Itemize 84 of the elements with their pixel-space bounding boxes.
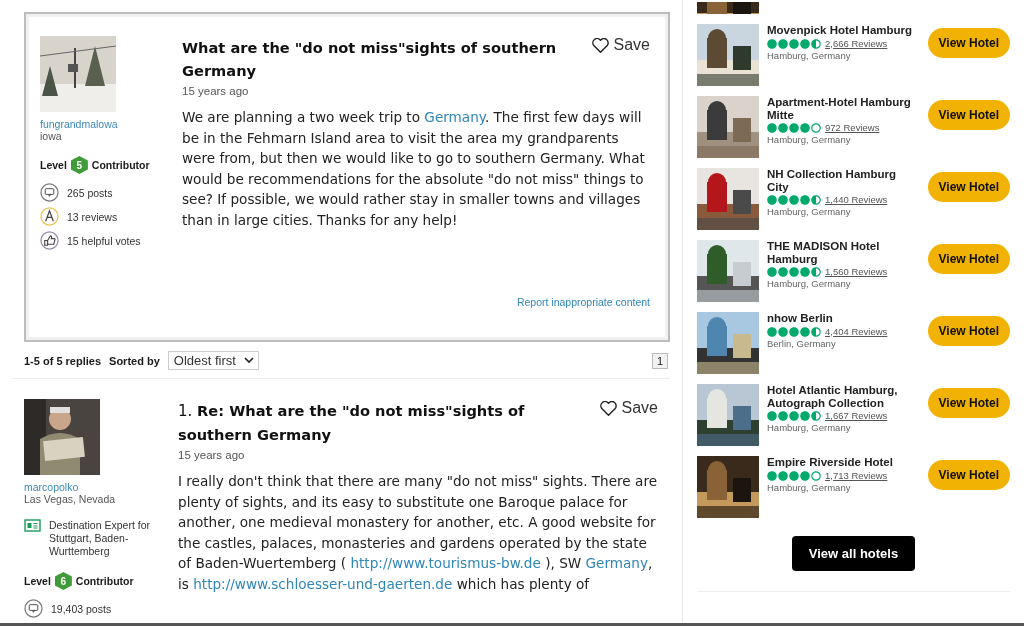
- user-stat: 19,403 posts: [51, 602, 112, 615]
- hotel-name[interactable]: nhow Berlin: [767, 312, 920, 325]
- view-hotel-button[interactable]: View Hotel: [927, 172, 1010, 202]
- chevron-down-icon: [243, 357, 254, 364]
- view-all-hotels-button[interactable]: View all hotels: [791, 536, 916, 571]
- level-label: Level: [24, 575, 51, 587]
- link[interactable]: Germany: [585, 555, 648, 572]
- user-stat: 265 posts: [67, 186, 113, 199]
- hotel-name[interactable]: Empire Riverside Hotel: [767, 456, 920, 469]
- post-time: 15 years ago: [182, 85, 250, 97]
- question-title: What are the "do not miss"sights of southern Germany: [182, 38, 558, 81]
- hotel-name[interactable]: Hotel Atlantic Hamburg, Autograph Collection: [767, 384, 920, 409]
- contributor-label: Contributor: [91, 159, 150, 171]
- link[interactable]: Germany: [424, 109, 485, 125]
- view-hotel-button[interactable]: View Hotel: [927, 244, 1010, 274]
- reviews-link[interactable]: 2,666 Reviews: [825, 37, 888, 49]
- level-label: Level: [40, 159, 67, 171]
- reviews-link[interactable]: 972 Reviews: [825, 122, 880, 133]
- level-badge: 6: [54, 572, 72, 590]
- view-hotel-button[interactable]: View Hotel: [927, 28, 1010, 58]
- rating-bubble-icon: [811, 470, 821, 481]
- hotel-name[interactable]: Movenpick Hotel Hamburg: [767, 24, 920, 37]
- rating-bubble-icon: [778, 326, 788, 337]
- rating-bubble-icon: [789, 326, 799, 337]
- reviews-link[interactable]: 1,713 Reviews: [825, 469, 888, 481]
- link[interactable]: http://www.schloesser-und-gaerten.de: [193, 575, 453, 592]
- rating-bubble-icon: [789, 38, 799, 49]
- rating-bubble-icon: [778, 470, 788, 481]
- thumbs-up-icon: [40, 231, 59, 250]
- hotel-location: Berlin, Germany: [767, 337, 837, 349]
- level-badge: 5: [70, 156, 88, 174]
- rating-bubble-icon: [778, 38, 788, 49]
- username[interactable]: fungrandmalowa: [40, 118, 166, 130]
- page-number[interactable]: 1: [651, 352, 668, 369]
- rating-bubble-icon: [811, 38, 821, 49]
- reply-count: 1-5 of 5 replies: [24, 354, 102, 367]
- user-location: iowa: [40, 130, 63, 142]
- save-button[interactable]: Save: [599, 399, 658, 417]
- hotel-location: Hamburg, Germany: [767, 134, 852, 145]
- view-hotel-button[interactable]: View Hotel: [927, 316, 1010, 346]
- speech-bubble-icon: [40, 183, 59, 202]
- hotel-name[interactable]: Apartment-Hotel Hamburg Mitte: [767, 96, 920, 121]
- hotel-location: Hamburg, Germany: [767, 278, 852, 289]
- rating-bubble-icon: [811, 195, 821, 205]
- sort-dropdown[interactable]: Oldest first: [167, 351, 259, 370]
- user-stat: 15 helpful votes: [67, 234, 141, 247]
- rating-bubble-icon: [767, 326, 777, 337]
- hotel-location: Hamburg, Germany: [767, 49, 852, 61]
- sort-label: Sorted by: [109, 354, 160, 367]
- reviews-link[interactable]: 4,404 Reviews: [825, 325, 888, 337]
- expert-badge-text: Destination Expert for Stuttgart, Baden-Wurttemberg: [49, 519, 150, 558]
- contributor-label: Contributor: [75, 575, 134, 587]
- view-hotel-button[interactable]: View Hotel: [927, 460, 1010, 490]
- reply-title: 1. Re: What are the "do not miss"sights of southern Germany: [178, 401, 526, 445]
- heart-icon: [599, 400, 617, 416]
- hotel-name[interactable]: THE MADISON Hotel Hamburg: [767, 240, 920, 265]
- post-text: I really don't think that there are many "do not miss" sights. There are plenty of sights, and its easy to substitute one Baroque palace for another, one medieval monastery for another, etc. A good website for the castles, palaces, monasteries and gardens operated by the state of Baden-Wuertemberg ( http://www.tourismus-bw.de ), SW Germany, is http://www.schloesser-und-gaerten.de which has plenty of: [178, 472, 658, 594]
- speech-bubble-icon: [24, 599, 43, 618]
- hotel-location: Hamburg, Germany: [767, 481, 852, 493]
- reviews-link[interactable]: 1,440 Reviews: [825, 194, 888, 205]
- user-stat: 13 reviews: [67, 210, 118, 223]
- rating-bubble-icon: [811, 326, 821, 337]
- rating-bubble-icon: [811, 267, 821, 277]
- reviews-link[interactable]: 1,667 Reviews: [825, 410, 888, 421]
- rating-bubble-icon: [767, 470, 777, 481]
- post-time: 15 years ago: [178, 449, 246, 461]
- link[interactable]: http://www.tourismus-bw.de: [350, 555, 541, 572]
- user-location: Las Vegas, Nevada: [24, 493, 117, 505]
- hotel-name[interactable]: NH Collection Hamburg City: [767, 168, 920, 193]
- view-hotel-button[interactable]: View Hotel: [927, 100, 1010, 130]
- reviews-link[interactable]: 1,560 Reviews: [825, 266, 888, 277]
- rating-bubble-icon: [767, 38, 777, 49]
- report-link[interactable]: Report inappropriate content: [516, 296, 650, 308]
- post-text: We are planning a two week trip to Germany. The first few days will be in the Fehmarn Island area to visit the area my grandparents were from, but then we would like to go to southern Germany. What would be recommendations for the absolute "do not miss" things to see? If possible, we would rather stay in smaller towns and villages than in large cities. Thanks for any help!: [182, 108, 646, 230]
- heart-icon: [591, 37, 609, 53]
- rating-bubble-icon: [800, 470, 810, 481]
- hotel-location: Hamburg, Germany: [767, 206, 852, 217]
- rating-bubble-icon: [811, 411, 821, 421]
- save-button[interactable]: Save: [591, 36, 650, 54]
- view-hotel-button[interactable]: View Hotel: [927, 388, 1010, 418]
- id-card-icon: [24, 519, 41, 532]
- rating-bubble-icon: [789, 470, 799, 481]
- hotel-location: Hamburg, Germany: [767, 422, 852, 433]
- username[interactable]: marcopolko: [24, 481, 150, 493]
